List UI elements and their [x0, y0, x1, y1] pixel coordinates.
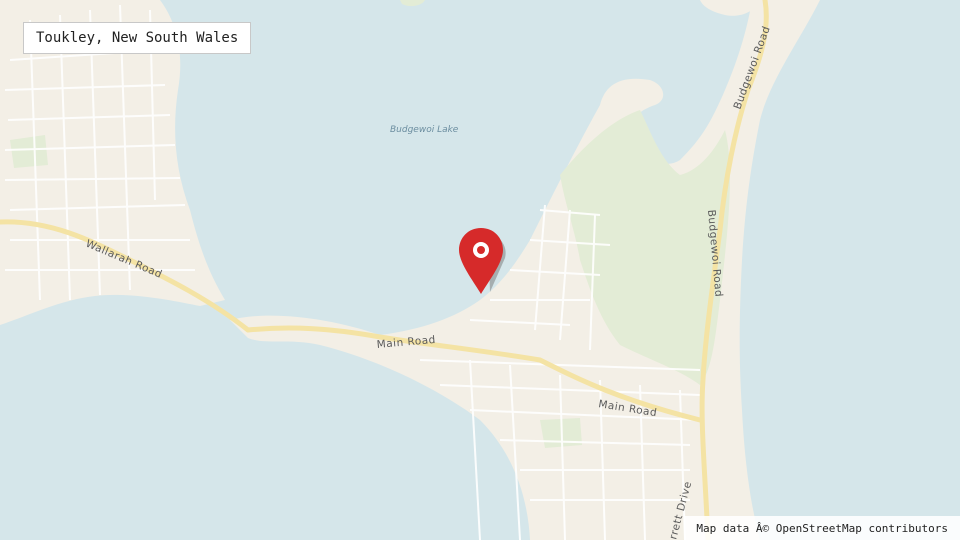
location-title: Toukley, New South Wales: [23, 22, 252, 54]
park-small-2: [10, 135, 48, 168]
map-canvas[interactable]: Budgewoi Lake Wallarah Road Main Road Ma…: [0, 0, 960, 540]
location-marker-dot: [477, 246, 485, 254]
budgewoi-lake-label: Budgewoi Lake: [390, 125, 459, 135]
map-attribution: Map data Â© OpenStreetMap contributors: [684, 516, 960, 540]
